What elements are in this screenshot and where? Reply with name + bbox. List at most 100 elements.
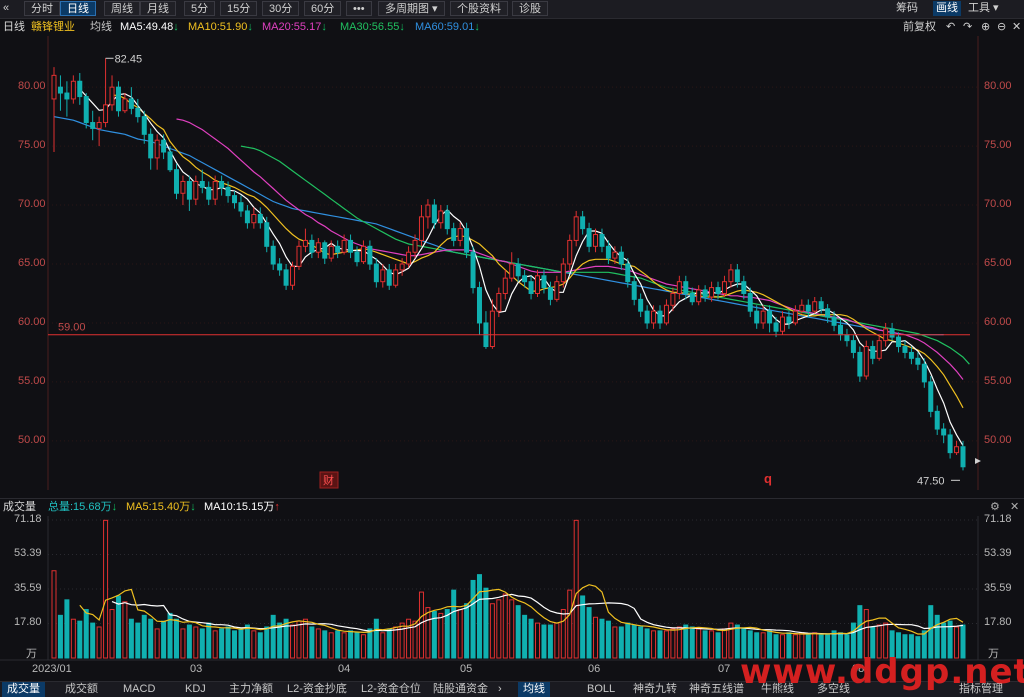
- volume-bar: [315, 628, 321, 659]
- candle-body: [605, 245, 611, 259]
- price-tick-right: 80.00: [984, 80, 1012, 93]
- volume-bar: [502, 593, 508, 659]
- candle-body: [386, 269, 392, 286]
- overlay-tab-0[interactable]: 均线: [518, 682, 550, 697]
- kline-chart[interactable]: 59.00 82.45 47.50 财 q: [0, 0, 1024, 696]
- candle-body: [928, 381, 934, 412]
- candle-body: [341, 239, 347, 253]
- candle-body: [689, 292, 695, 303]
- indicator-tab-5[interactable]: L2-资金抄底: [282, 682, 352, 697]
- volume-tick-right: 17.80: [984, 616, 1012, 629]
- volume-bar: [567, 589, 573, 659]
- candle-body: [709, 287, 715, 298]
- candle-body: [741, 281, 747, 294]
- candle-body: [406, 251, 412, 265]
- volume-bar: [651, 630, 657, 659]
- candle-body: [921, 363, 927, 383]
- volume-bar: [476, 574, 482, 659]
- candle-body: [786, 316, 792, 324]
- volume-bar: [386, 628, 392, 659]
- candle-body: [64, 92, 70, 100]
- volume-bar: [232, 630, 238, 659]
- volume-bar: [335, 630, 341, 659]
- indicator-tab-2[interactable]: MACD: [118, 682, 160, 697]
- candle-body: [425, 204, 431, 218]
- price-tick-left: 55.00: [18, 374, 46, 387]
- candle-body: [348, 239, 354, 253]
- price-tick-left: 50.00: [18, 433, 46, 446]
- candle-body: [70, 80, 76, 100]
- candle-body: [747, 292, 753, 312]
- indicator-tab-0[interactable]: 成交量: [2, 682, 45, 697]
- price-tick-right: 55.00: [984, 374, 1012, 387]
- volume-bar: [341, 632, 347, 659]
- volume-bar: [264, 626, 270, 659]
- volume-bar: [57, 614, 63, 659]
- candle-body: [373, 263, 379, 283]
- price-tick-left: 65.00: [18, 257, 46, 269]
- volume-bar: [444, 609, 450, 659]
- volume-bar: [283, 618, 289, 659]
- volume-bar: [199, 628, 205, 659]
- candle-body: [915, 357, 921, 365]
- price-tick-left: 70.00: [18, 198, 46, 211]
- volume-bar: [593, 616, 599, 659]
- volume-ma10: MA10:15.15万↑: [204, 501, 280, 513]
- candle-body: [309, 239, 315, 253]
- candle-body: [489, 310, 495, 348]
- volume-bar: [599, 618, 605, 659]
- candle-body: [850, 340, 856, 353]
- volume-bar: [244, 624, 250, 659]
- price-tick-right: 60.00: [984, 315, 1012, 328]
- volume-bar: [509, 599, 515, 659]
- candle-body: [173, 169, 179, 194]
- candle-body: [657, 310, 663, 324]
- candle-body: [380, 269, 386, 283]
- volume-bar: [418, 591, 424, 659]
- candle-body: [715, 287, 721, 294]
- indicator-tab-4[interactable]: 主力净额: [224, 682, 278, 697]
- volume-bar: [380, 632, 386, 659]
- volume-bar: [535, 622, 541, 659]
- volume-bar: [219, 628, 225, 659]
- indicator-tab-6[interactable]: L2-资金仓位: [356, 682, 426, 697]
- volume-tick-left: 71.18: [14, 513, 42, 525]
- candle-body: [573, 216, 579, 241]
- volume-bar: [657, 630, 663, 659]
- volume-bar: [270, 614, 276, 659]
- candle-body: [90, 122, 96, 129]
- candle-body: [360, 245, 366, 263]
- volume-bar: [206, 622, 212, 659]
- candle-body: [799, 304, 805, 312]
- volume-bar: [322, 630, 328, 659]
- candle-body: [296, 245, 302, 267]
- volume-bar: [238, 628, 244, 659]
- volume-bar: [470, 579, 476, 659]
- volume-bar: [721, 628, 727, 659]
- volume-bar: [863, 609, 869, 659]
- overlay-tab-1[interactable]: BOLL: [582, 682, 620, 697]
- high-label: 82.45: [115, 53, 143, 65]
- candle-body: [541, 275, 547, 289]
- candle-body: [115, 86, 121, 112]
- volume-bar: [709, 630, 715, 659]
- volume-tick-right: 71.18: [984, 513, 1012, 525]
- volume-ma5-line: [79, 584, 964, 635]
- volume-bar: [328, 632, 334, 659]
- date-label: 07: [718, 663, 731, 675]
- indicator-tab-3[interactable]: KDJ: [180, 682, 211, 697]
- overlay-tab-2[interactable]: 神奇九转: [628, 682, 682, 697]
- price-tick-right: 75.00: [984, 139, 1012, 152]
- candle-body: [393, 269, 399, 286]
- indicator-tab-7[interactable]: 陆股通资金: [428, 682, 493, 697]
- candle-body: [676, 281, 682, 294]
- candle-body: [418, 216, 424, 241]
- candle-body: [464, 228, 470, 253]
- price-tick-right: 65.00: [984, 257, 1012, 269]
- volume-bar: [109, 609, 115, 659]
- candle-body: [580, 216, 586, 230]
- candle-body: [122, 98, 128, 112]
- volume-bar: [180, 628, 186, 659]
- indicator-tab-1[interactable]: 成交额: [60, 682, 103, 697]
- chevron-right-icon[interactable]: ›: [493, 682, 507, 697]
